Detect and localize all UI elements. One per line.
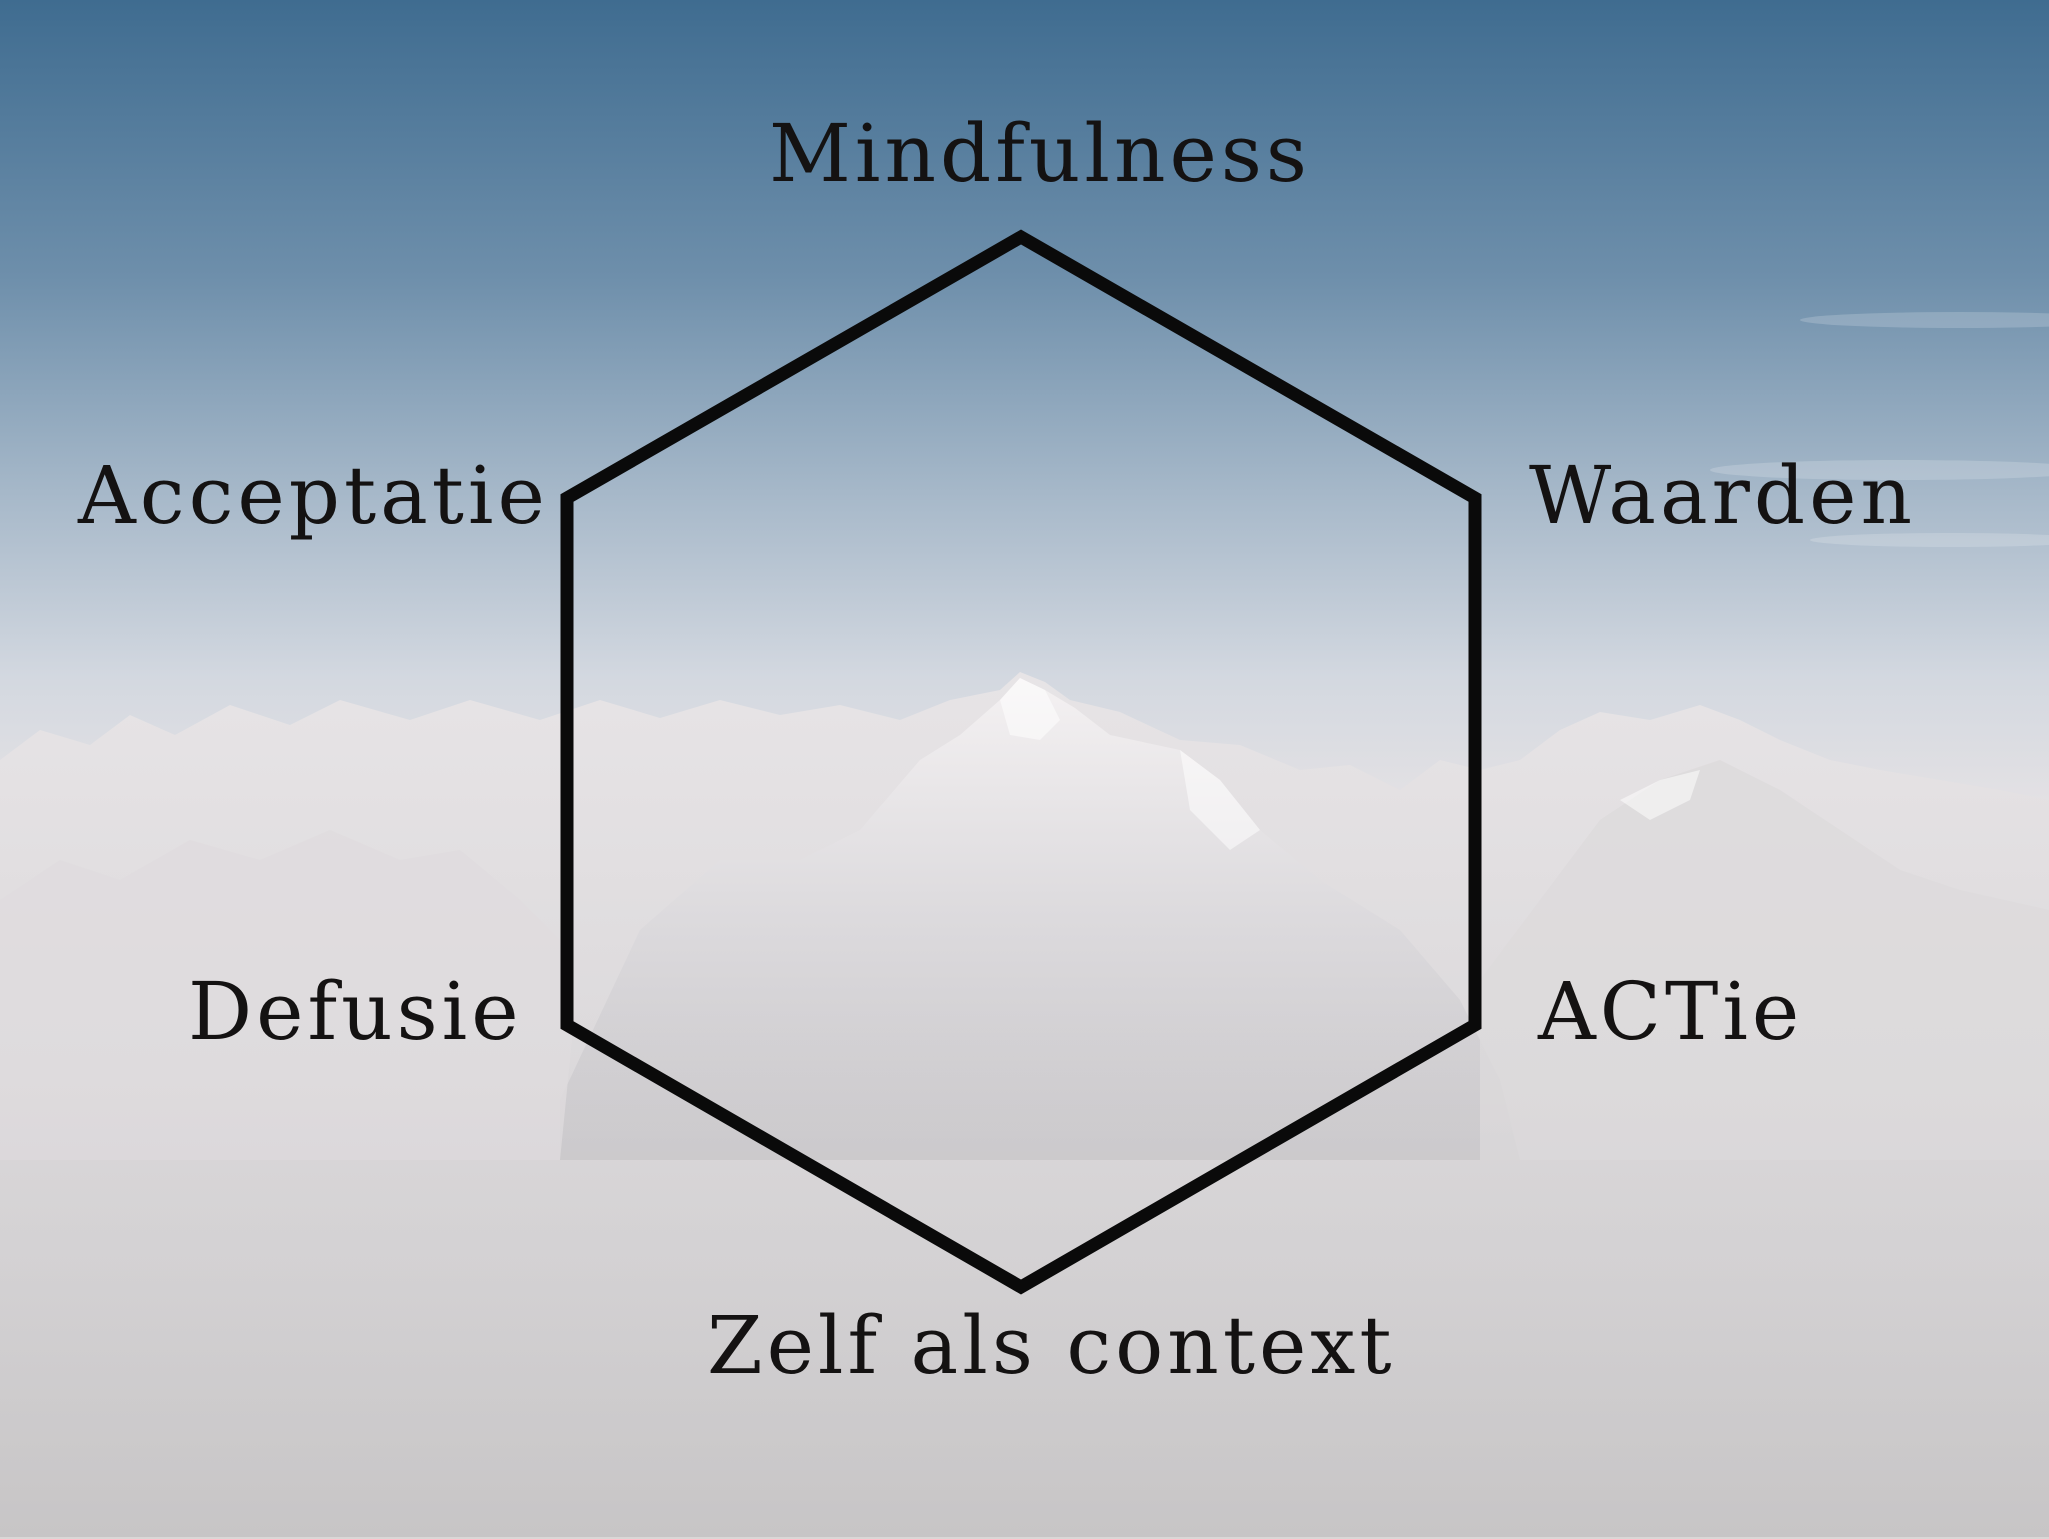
node-label-waarden: Waarden bbox=[1529, 449, 1916, 542]
hexagon-outline bbox=[560, 229, 1482, 1295]
node-label-actie: ACTie bbox=[1538, 965, 1804, 1058]
node-label-defusie: Defusie bbox=[188, 965, 523, 1058]
node-label-mindfulness: Mindfulness bbox=[769, 107, 1311, 200]
node-label-zelf-als-context: Zelf als context bbox=[707, 1299, 1396, 1392]
node-label-acceptatie: Acceptatie bbox=[78, 449, 549, 542]
